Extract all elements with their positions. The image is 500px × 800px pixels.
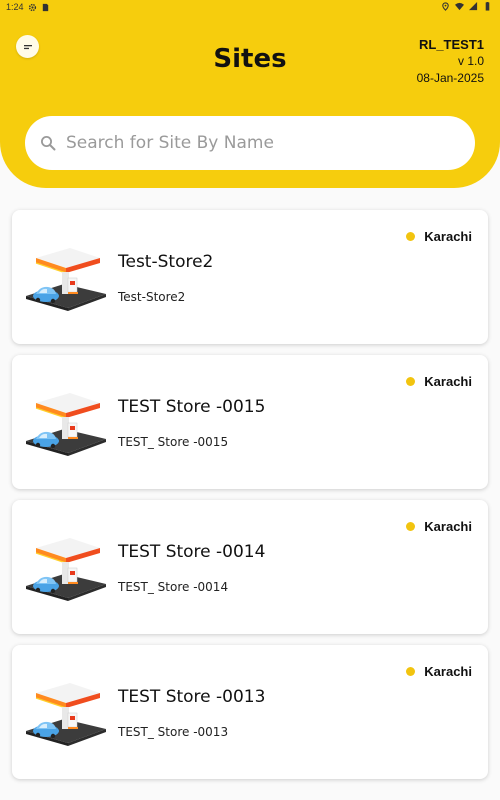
wifi-icon bbox=[455, 2, 464, 11]
city-label: Karachi bbox=[424, 519, 472, 534]
fuel-station-icon bbox=[24, 534, 108, 602]
city-label: Karachi bbox=[424, 374, 472, 389]
user-info: RL_TEST1 v 1.0 08-Jan-2025 bbox=[417, 36, 484, 87]
search-icon bbox=[41, 136, 56, 151]
app-version: v 1.0 bbox=[457, 54, 484, 68]
site-city: Karachi bbox=[406, 374, 472, 389]
user-name: RL_TEST1 bbox=[418, 37, 484, 52]
city-label: Karachi bbox=[424, 664, 472, 679]
site-card[interactable]: TEST Store -0015 TEST_ Store -0015 Karac… bbox=[12, 355, 488, 489]
site-subtitle: TEST_ Store -0013 bbox=[118, 725, 229, 739]
sim-card-icon bbox=[42, 3, 48, 11]
fuel-station-icon bbox=[24, 389, 108, 457]
header: Sites RL_TEST1 v 1.0 08-Jan-2025 bbox=[0, 16, 500, 188]
site-subtitle: Test-Store2 bbox=[118, 290, 186, 304]
site-name: TEST Store -0015 bbox=[118, 397, 266, 417]
status-right bbox=[441, 2, 492, 11]
current-date: 08-Jan-2025 bbox=[416, 71, 484, 85]
site-card[interactable]: TEST Store -0013 TEST_ Store -0013 Karac… bbox=[12, 645, 488, 779]
status-time: 1:24 bbox=[6, 2, 24, 12]
city-label: Karachi bbox=[424, 229, 472, 244]
fuel-station-icon bbox=[24, 244, 108, 312]
site-card[interactable]: TEST Store -0014 TEST_ Store -0014 Karac… bbox=[12, 500, 488, 634]
site-name: Test-Store2 bbox=[118, 252, 214, 272]
city-dot-icon bbox=[406, 667, 416, 676]
status-left: 1:24 bbox=[6, 2, 50, 12]
site-subtitle: TEST_ Store -0015 bbox=[118, 435, 229, 449]
site-city: Karachi bbox=[406, 519, 472, 534]
status-bar: 1:24 bbox=[0, 0, 500, 16]
city-dot-icon bbox=[406, 232, 416, 241]
site-name: TEST Store -0013 bbox=[118, 687, 266, 707]
battery-icon bbox=[485, 2, 490, 11]
city-dot-icon bbox=[406, 522, 416, 531]
settings-icon bbox=[28, 3, 36, 11]
site-name: TEST Store -0014 bbox=[118, 542, 266, 562]
fuel-station-icon bbox=[24, 679, 108, 747]
search-box[interactable] bbox=[25, 116, 475, 170]
search-input[interactable] bbox=[66, 133, 446, 153]
site-subtitle: TEST_ Store -0014 bbox=[118, 580, 229, 594]
site-city: Karachi bbox=[406, 664, 472, 679]
site-city: Karachi bbox=[406, 229, 472, 244]
location-icon bbox=[442, 2, 449, 11]
signal-icon bbox=[469, 2, 478, 11]
site-card[interactable]: Test-Store2 Test-Store2 Karachi bbox=[12, 210, 488, 344]
city-dot-icon bbox=[406, 377, 416, 386]
